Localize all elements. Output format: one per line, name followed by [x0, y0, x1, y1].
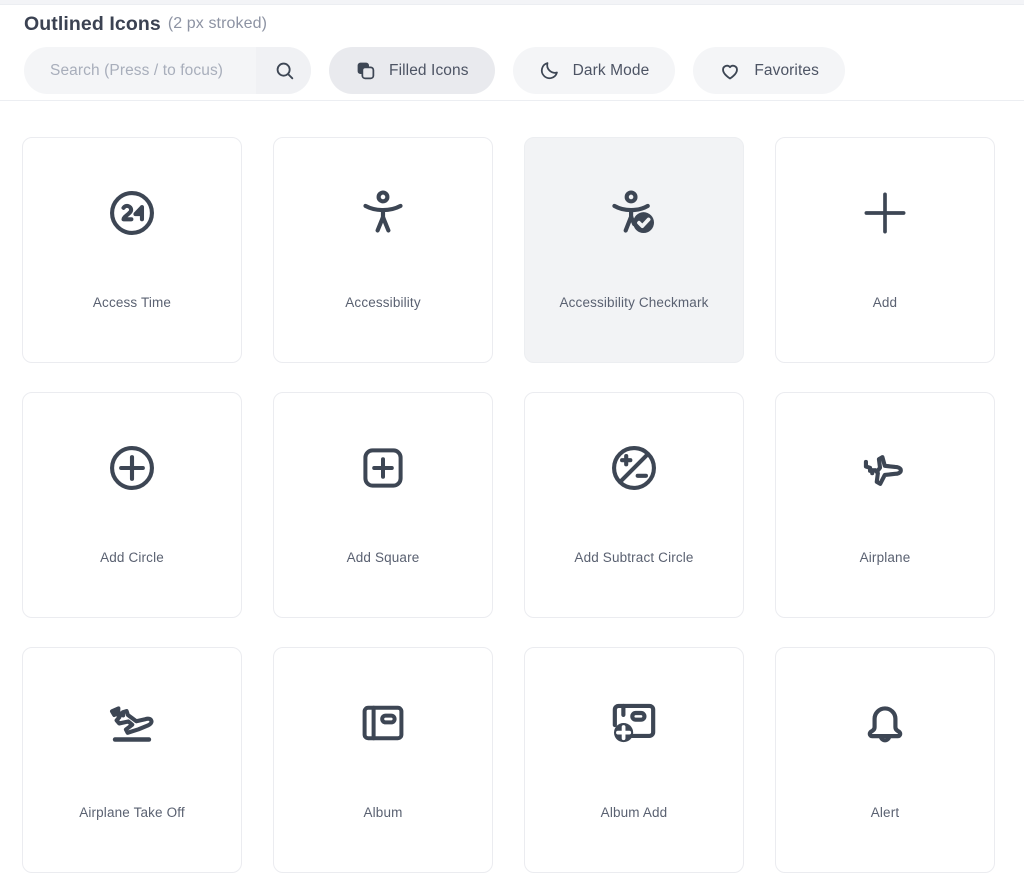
header-controls: Filled Icons Dark Mode Favorites	[24, 47, 1000, 94]
icon-card[interactable]: Accessibility	[273, 137, 493, 363]
album-icon	[274, 648, 492, 798]
filled-icons-toggle[interactable]: Filled Icons	[329, 47, 495, 94]
copy-squares-icon	[355, 60, 376, 81]
icon-card[interactable]: Add Circle	[22, 392, 242, 618]
icon-card[interactable]: Album	[273, 647, 493, 873]
page-title-subtitle: (2 px stroked)	[168, 15, 267, 33]
header: Outlined Icons (2 px stroked)	[0, 5, 1024, 101]
alert-icon	[776, 648, 994, 798]
icon-card[interactable]: Airplane	[775, 392, 995, 618]
icon-card[interactable]: Accessibility Checkmark	[524, 137, 744, 363]
icon-card[interactable]: Airplane Take Off	[22, 647, 242, 873]
add-square-icon	[274, 393, 492, 543]
icon-card[interactable]: Alert	[775, 647, 995, 873]
icon-card-label: Add Subtract Circle	[566, 550, 701, 566]
icon-card-label: Access Time	[85, 295, 179, 311]
icon-card-label: Add Square	[339, 550, 428, 566]
page-title: Outlined Icons (2 px stroked)	[24, 5, 1000, 39]
search-button[interactable]	[256, 47, 311, 94]
search-input[interactable]	[24, 47, 256, 94]
add-subtract-circle-icon	[525, 393, 743, 543]
access-time-icon	[23, 138, 241, 288]
favorites-label: Favorites	[754, 62, 819, 80]
icon-grid: Access Time Accessibility	[0, 101, 1024, 893]
icon-card-label: Accessibility Checkmark	[552, 295, 717, 311]
icon-card[interactable]: Add Square	[273, 392, 493, 618]
icon-library-page: Outlined Icons (2 px stroked)	[0, 0, 1024, 893]
search-box[interactable]	[24, 47, 311, 94]
search-icon	[274, 60, 296, 82]
accessibility-icon	[274, 138, 492, 288]
moon-icon	[539, 60, 560, 81]
add-circle-icon	[23, 393, 241, 543]
page-title-main: Outlined Icons	[24, 13, 161, 36]
icon-card[interactable]: Access Time	[22, 137, 242, 363]
icon-card-label: Airplane	[852, 550, 919, 566]
icon-card-label: Album Add	[593, 805, 676, 821]
airplane-take-off-icon	[23, 648, 241, 798]
icon-card-label: Album	[355, 805, 410, 821]
dark-mode-label: Dark Mode	[573, 62, 650, 80]
filled-icons-label: Filled Icons	[389, 62, 469, 80]
airplane-icon	[776, 393, 994, 543]
icon-card-label: Airplane Take Off	[71, 805, 193, 821]
icon-card-label: Accessibility	[337, 295, 428, 311]
icon-card[interactable]: Add Subtract Circle	[524, 392, 744, 618]
heart-icon	[719, 60, 741, 82]
album-add-icon	[525, 648, 743, 798]
dark-mode-toggle[interactable]: Dark Mode	[513, 47, 676, 94]
icon-card[interactable]: Add	[775, 137, 995, 363]
favorites-button[interactable]: Favorites	[693, 47, 845, 94]
icon-card-label: Add Circle	[92, 550, 172, 566]
icon-card[interactable]: Album Add	[524, 647, 744, 873]
accessibility-checkmark-icon	[525, 138, 743, 288]
icon-card-label: Add	[865, 295, 905, 311]
icon-card-label: Alert	[863, 805, 908, 821]
add-icon	[776, 138, 994, 288]
